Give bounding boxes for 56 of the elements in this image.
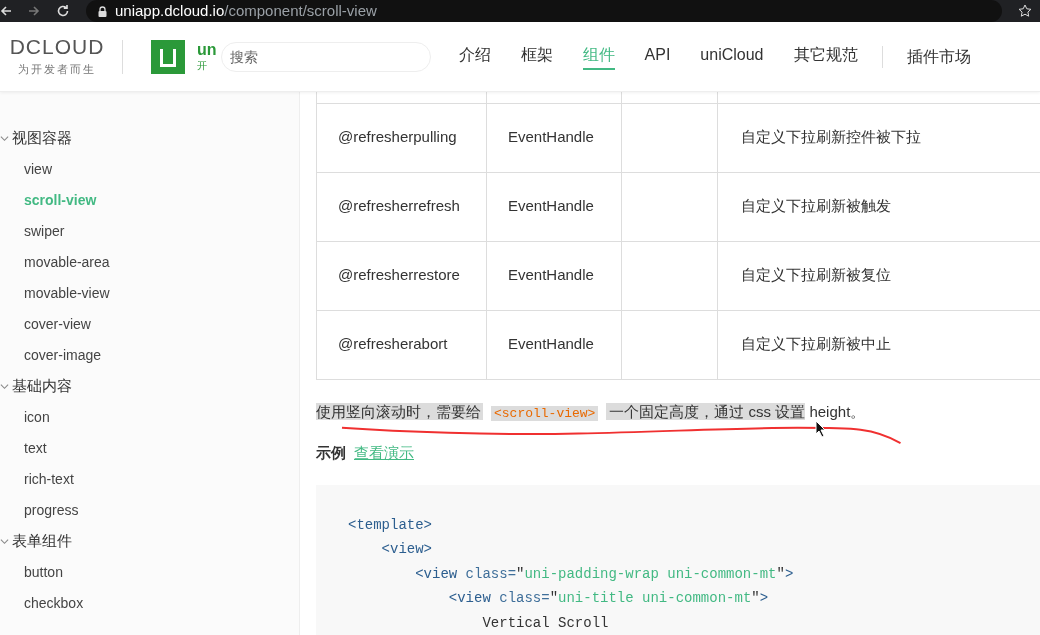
table-cell: @refresherrestore xyxy=(338,266,460,284)
table-cell: EventHandle xyxy=(508,266,594,284)
nav-link[interactable]: 插件市场 xyxy=(906,44,971,69)
sidebar-group-title[interactable]: 视图容器 xyxy=(12,127,72,150)
search-field[interactable]: 搜索 xyxy=(220,41,431,72)
nav-link[interactable]: 其它规范 xyxy=(793,43,858,70)
sidebar-item[interactable]: progress xyxy=(24,500,79,521)
chevron-icon xyxy=(0,134,9,143)
code-line: Vertical Scroll xyxy=(481,613,609,633)
code-line: <view class="uni-title uni-common-mt"> xyxy=(447,589,769,608)
sidebar-group-title[interactable]: 表单组件 xyxy=(12,530,72,553)
sidebar-item[interactable]: cover-image xyxy=(24,345,102,366)
brand-logo[interactable]: DCLOUD xyxy=(9,35,105,57)
table-cell: 自定义下拉刷新控件被下拉 xyxy=(741,128,921,146)
table-cell: EventHandle xyxy=(508,128,594,146)
table-cell: @refresherpulling xyxy=(338,128,457,146)
code-line: <view class="uni-padding-wrap uni-common-mt"> xyxy=(414,564,794,584)
back-icon[interactable] xyxy=(0,5,12,17)
sidebar-item[interactable]: icon xyxy=(24,407,50,428)
nav-link[interactable]: uniCloud xyxy=(700,43,764,70)
chevron-icon xyxy=(0,382,9,391)
table-cell: @refresherrefresh xyxy=(338,197,460,215)
sidebar-item[interactable]: button xyxy=(24,562,63,583)
product-title: un xyxy=(197,42,217,58)
table-cell: 自定义下拉刷新被复位 xyxy=(741,266,891,284)
table-cell: 自定义下拉刷新被中止 xyxy=(741,335,891,353)
sidebar-item[interactable]: checkbox xyxy=(24,593,84,614)
sidebar-item[interactable]: movable-area xyxy=(24,252,110,273)
nav-link[interactable]: 框架 xyxy=(520,43,553,70)
table-cell: @refresherabort xyxy=(338,335,448,353)
code-line: <template> xyxy=(348,515,432,535)
forward-icon[interactable] xyxy=(28,5,40,17)
sidebar-item[interactable]: rich-text xyxy=(24,469,74,490)
chevron-icon xyxy=(0,537,9,546)
sidebar-group-title[interactable]: 基础内容 xyxy=(12,375,72,398)
code-line: <view> xyxy=(380,540,432,559)
nav-link[interactable]: 介绍 xyxy=(458,43,491,70)
lock-icon xyxy=(98,5,107,17)
sidebar-item[interactable]: view xyxy=(24,159,52,180)
example-label: 示例 xyxy=(316,443,346,463)
sidebar-item[interactable]: movable-view xyxy=(24,283,110,304)
app-logo-icon[interactable] xyxy=(151,39,185,74)
product-subtitle: 开 xyxy=(197,61,208,71)
brand-tagline: 为开发者而生 xyxy=(18,61,96,77)
address-field[interactable]: uniapp.dcloud.io/component/scroll-view xyxy=(86,0,1002,22)
table-cell: 自定义下拉刷新被触发 xyxy=(741,197,891,215)
paragraph: 使用竖向滚动时，需要给 <scroll-view> 一个固定高度，通过 css 设置 height。 xyxy=(316,401,866,423)
sidebar-item[interactable]: text xyxy=(24,438,47,459)
sidebar-item[interactable]: cover-view xyxy=(24,314,91,335)
cursor-icon xyxy=(815,420,827,438)
table-cell: EventHandle xyxy=(508,335,594,353)
star-icon[interactable] xyxy=(1018,4,1032,18)
reload-icon[interactable] xyxy=(56,4,70,18)
nav-link[interactable]: API xyxy=(644,43,671,70)
sidebar-item[interactable]: swiper xyxy=(24,221,65,242)
table-cell: EventHandle xyxy=(508,197,594,215)
